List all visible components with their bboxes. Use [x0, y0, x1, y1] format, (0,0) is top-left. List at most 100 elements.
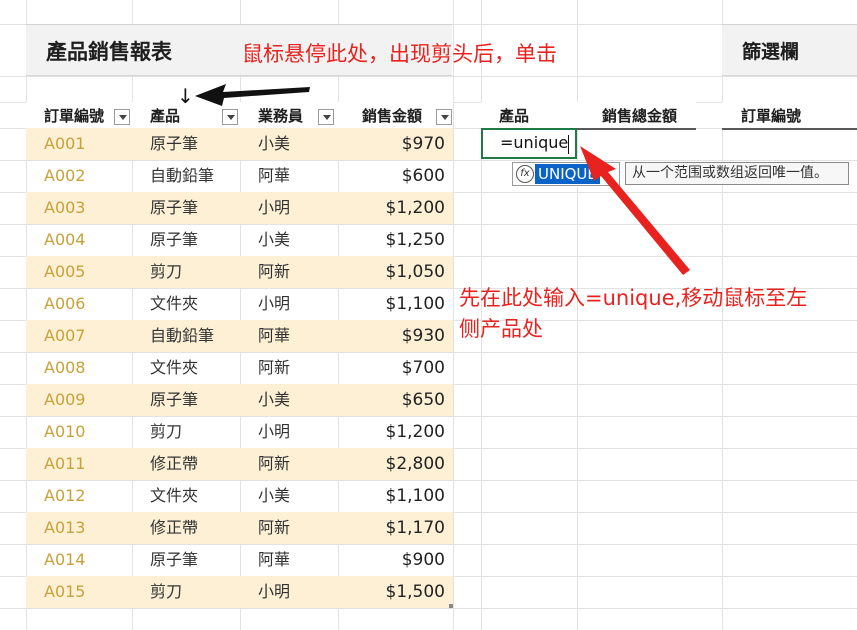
amount-cell[interactable]: $970	[402, 128, 445, 160]
table-row[interactable]: A013 修正帶 阿新 $1,170	[26, 512, 453, 544]
annotation-bottom-line2: 侧产品处	[459, 317, 543, 341]
product-cell[interactable]: 剪刀	[150, 576, 182, 608]
order-id-cell[interactable]: A014	[44, 544, 85, 576]
product-cell[interactable]: 原子筆	[150, 224, 198, 256]
table-row[interactable]: A006 文件夾 小明 $1,100	[26, 288, 453, 320]
amount-cell[interactable]: $1,050	[386, 256, 445, 288]
product-cell[interactable]: 自動鉛筆	[150, 320, 214, 352]
report-title: 產品銷售報表	[46, 40, 172, 64]
product-cell[interactable]: 剪刀	[150, 256, 182, 288]
amount-cell[interactable]: $1,200	[386, 192, 445, 224]
summary-header-total[interactable]: 銷售總金額	[602, 104, 677, 128]
order-id-cell[interactable]: A010	[44, 416, 85, 448]
table-row[interactable]: A010 剪刀 小明 $1,200	[26, 416, 453, 448]
rep-cell[interactable]: 小美	[258, 224, 290, 256]
product-cell[interactable]: 文件夾	[150, 480, 198, 512]
filter-dropdown-icon[interactable]	[436, 109, 452, 125]
product-cell[interactable]: 文件夾	[150, 352, 198, 384]
rep-cell[interactable]: 阿新	[258, 352, 290, 384]
table-row[interactable]: A003 原子筆 小明 $1,200	[26, 192, 453, 224]
product-cell[interactable]: 原子筆	[150, 128, 198, 160]
gridline	[453, 0, 454, 630]
amount-cell[interactable]: $650	[402, 384, 445, 416]
rep-cell[interactable]: 小明	[258, 288, 290, 320]
table-resize-handle[interactable]	[449, 604, 453, 608]
formula-input[interactable]: =unique	[500, 133, 568, 152]
rep-cell[interactable]: 阿新	[258, 448, 290, 480]
rep-cell[interactable]: 小美	[258, 384, 290, 416]
table-row[interactable]: A012 文件夾 小美 $1,100	[26, 480, 453, 512]
summary-header-product[interactable]: 產品	[499, 104, 529, 128]
product-cell[interactable]: 原子筆	[150, 384, 198, 416]
table-row[interactable]: A002 自動鉛筆 阿華 $600	[26, 160, 453, 192]
rep-cell[interactable]: 阿華	[258, 160, 290, 192]
order-id-cell[interactable]: A003	[44, 192, 85, 224]
order-id-cell[interactable]: A012	[44, 480, 85, 512]
text-cursor	[568, 135, 569, 154]
amount-cell[interactable]: $1,250	[386, 224, 445, 256]
order-id-cell[interactable]: A004	[44, 224, 85, 256]
rep-cell[interactable]: 阿新	[258, 512, 290, 544]
product-cell[interactable]: 文件夾	[150, 288, 198, 320]
header-order-id[interactable]: 訂單編號	[44, 104, 104, 128]
amount-cell[interactable]: $930	[402, 320, 445, 352]
table-row[interactable]: A011 修正帶 阿新 $2,800	[26, 448, 453, 480]
table-row[interactable]: A009 原子筆 小美 $650	[26, 384, 453, 416]
filter-title-banner[interactable]: 篩選欄	[722, 24, 857, 76]
amount-cell[interactable]: $600	[402, 160, 445, 192]
filter-dropdown-icon[interactable]	[114, 109, 130, 125]
autocomplete-item-unique[interactable]: UNIQUE	[535, 164, 600, 184]
gridline	[722, 0, 723, 630]
product-cell[interactable]: 修正帶	[150, 512, 198, 544]
amount-cell[interactable]: $1,100	[386, 480, 445, 512]
table-row[interactable]: A015 剪刀 小明 $1,500	[26, 576, 453, 608]
down-arrow-icon: ↓	[177, 84, 194, 108]
table-row[interactable]: A014 原子筆 阿華 $900	[26, 544, 453, 576]
gridline	[0, 76, 857, 77]
product-cell[interactable]: 修正帶	[150, 448, 198, 480]
product-cell[interactable]: 原子筆	[150, 544, 198, 576]
order-id-cell[interactable]: A009	[44, 384, 85, 416]
function-tooltip: 从一个范围或数组返回唯一值。	[625, 162, 849, 185]
table-row[interactable]: A005 剪刀 阿新 $1,050	[26, 256, 453, 288]
product-cell[interactable]: 自動鉛筆	[150, 160, 214, 192]
rep-cell[interactable]: 小明	[258, 576, 290, 608]
order-id-cell[interactable]: A015	[44, 576, 85, 608]
amount-cell[interactable]: $900	[402, 544, 445, 576]
gridline	[577, 0, 578, 630]
header-product[interactable]: 產品	[150, 104, 180, 128]
order-id-cell[interactable]: A005	[44, 256, 85, 288]
order-id-cell[interactable]: A006	[44, 288, 85, 320]
rep-cell[interactable]: 阿華	[258, 544, 290, 576]
filter-header-order-id[interactable]: 訂單編號	[741, 104, 801, 128]
amount-cell[interactable]: $1,100	[386, 288, 445, 320]
rep-cell[interactable]: 小美	[258, 128, 290, 160]
amount-cell[interactable]: $1,500	[386, 576, 445, 608]
table-row[interactable]: A001 原子筆 小美 $970	[26, 128, 453, 160]
product-cell[interactable]: 剪刀	[150, 416, 182, 448]
filter-dropdown-icon[interactable]	[318, 109, 334, 125]
table-row[interactable]: A007 自動鉛筆 阿華 $930	[26, 320, 453, 352]
order-id-cell[interactable]: A002	[44, 160, 85, 192]
order-id-cell[interactable]: A001	[44, 128, 85, 160]
order-id-cell[interactable]: A011	[44, 448, 85, 480]
product-cell[interactable]: 原子筆	[150, 192, 198, 224]
filter-dropdown-icon[interactable]	[222, 109, 238, 125]
order-id-cell[interactable]: A007	[44, 320, 85, 352]
rep-cell[interactable]: 小明	[258, 416, 290, 448]
rep-cell[interactable]: 阿華	[258, 320, 290, 352]
header-rep[interactable]: 業務員	[258, 104, 303, 128]
header-amount[interactable]: 銷售金額	[362, 104, 422, 128]
rep-cell[interactable]: 阿新	[258, 256, 290, 288]
rep-cell[interactable]: 小明	[258, 192, 290, 224]
amount-cell[interactable]: $700	[402, 352, 445, 384]
annotation-top: 鼠标悬停此处，出现剪头后，单击	[242, 42, 557, 66]
amount-cell[interactable]: $2,800	[386, 448, 445, 480]
amount-cell[interactable]: $1,200	[386, 416, 445, 448]
table-row[interactable]: A008 文件夾 阿新 $700	[26, 352, 453, 384]
rep-cell[interactable]: 小美	[258, 480, 290, 512]
table-row[interactable]: A004 原子筆 小美 $1,250	[26, 224, 453, 256]
order-id-cell[interactable]: A013	[44, 512, 85, 544]
order-id-cell[interactable]: A008	[44, 352, 85, 384]
amount-cell[interactable]: $1,170	[386, 512, 445, 544]
